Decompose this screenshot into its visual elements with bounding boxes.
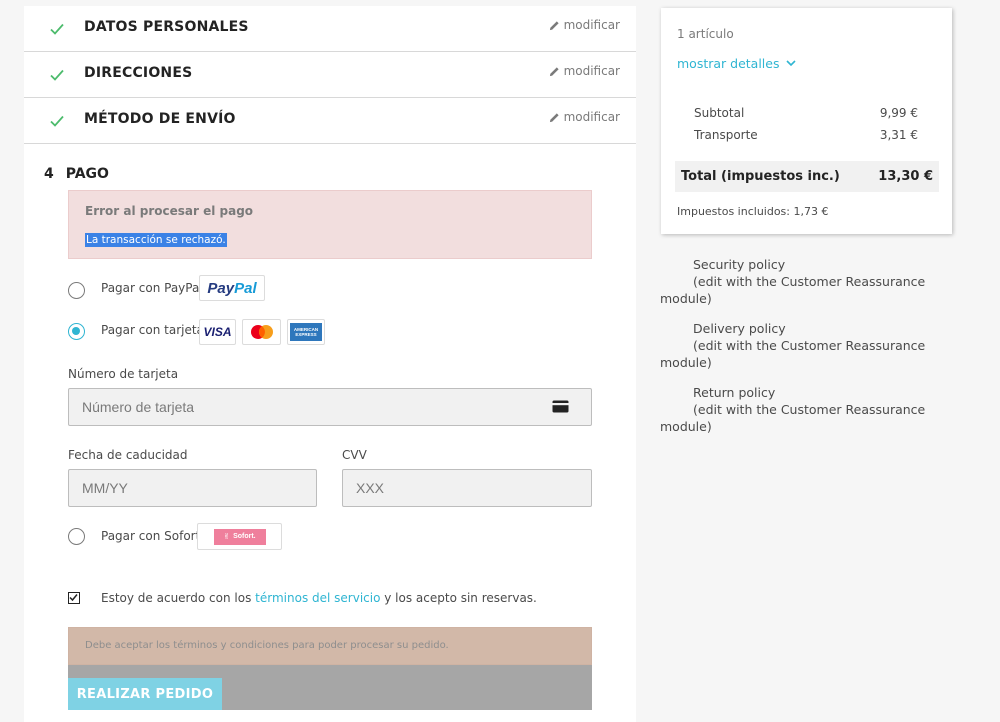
terms-text: Estoy de acuerdo con los términos del se… <box>101 591 537 605</box>
reassurance-title: Security policy <box>693 257 786 272</box>
edit-link[interactable]: modificar <box>549 18 620 32</box>
cvv-input[interactable]: XXX <box>342 469 592 507</box>
sofort-text: Sofort. <box>233 533 256 540</box>
payment-error-alert: Error al procesar el pago La transacción… <box>68 190 592 259</box>
paypal-logo-text-pay: Pay <box>207 279 235 297</box>
amex-logo: AMERICAN EXPRESS <box>287 319 325 345</box>
visa-text: VISA <box>203 325 232 339</box>
cvv-label: CVV <box>342 448 367 462</box>
card-number-placeholder: Número de tarjeta <box>82 399 195 415</box>
paypal-option-label[interactable]: Pagar con PayPal <box>101 281 203 295</box>
show-details-link[interactable]: mostrar detalles <box>677 56 797 71</box>
checkbox-check-icon <box>69 594 78 602</box>
shipping-value: 3,31 € <box>879 128 918 142</box>
checkmark-icon <box>50 115 64 127</box>
expiry-label: Fecha de caducidad <box>68 448 188 462</box>
card-number-label: Número de tarjeta <box>68 367 179 381</box>
mastercard-circles <box>250 325 273 339</box>
paypal-radio[interactable] <box>68 282 85 299</box>
edit-label: modificar <box>563 110 620 124</box>
shipping-line: Transporte 3,31 € <box>694 128 918 142</box>
expiry-input[interactable]: MM/YY <box>68 469 317 507</box>
items-count: 1 artículo <box>677 27 734 41</box>
place-order-button[interactable]: REALIZAR PEDIDO <box>68 678 222 710</box>
sofort-option-label[interactable]: Pagar con Sofort <box>101 529 200 543</box>
sofort-logo: ✌ Sofort. <box>197 523 282 550</box>
subtotal-label: Subtotal <box>694 106 745 120</box>
error-title: Error al procesar el pago <box>85 204 254 218</box>
payment-step-heading: 4 PAGO <box>44 166 109 182</box>
edit-label: modificar <box>563 18 620 32</box>
step-title: PAGO <box>65 166 109 182</box>
chevron-down-icon <box>786 60 797 67</box>
reassurance-subtitle: (edit with the Customer Reassurance modu… <box>660 338 926 370</box>
total-value: 13,30 € <box>878 169 933 184</box>
terms-checkbox[interactable] <box>68 592 80 604</box>
card-option-label[interactable]: Pagar con tarjeta <box>101 323 204 337</box>
step-title: MÉTODO DE ENVÍO <box>84 111 236 127</box>
pencil-icon <box>549 112 559 122</box>
reassurance-subtitle: (edit with the Customer Reassurance modu… <box>660 274 926 306</box>
taxes-included: Impuestos incluidos: 1,73 € <box>677 205 829 218</box>
terms-warning-alert: Debe aceptar los términos y condiciones … <box>68 627 592 665</box>
checkout-steps: DATOS PERSONALES modificar DIRECCIONES m… <box>24 6 636 722</box>
shipping-label: Transporte <box>694 128 758 142</box>
cart-summary: 1 artículo mostrar detalles Subtotal 9,9… <box>661 8 952 234</box>
reassurance-title: Delivery policy <box>693 321 786 336</box>
terms-prefix: Estoy de acuerdo con los <box>101 591 256 605</box>
visa-logo: VISA <box>199 319 236 345</box>
error-message: La transacción se rechazó. <box>85 233 227 247</box>
pencil-icon <box>549 66 559 76</box>
step-number: 4 <box>44 166 54 182</box>
step-shipping-method[interactable]: MÉTODO DE ENVÍO modificar <box>24 98 636 144</box>
card-number-input[interactable]: Número de tarjeta <box>68 388 592 426</box>
terms-suffix: y los acepto sin reservas. <box>380 591 537 605</box>
paypal-logo: PayPal <box>199 275 265 301</box>
step-title: DIRECCIONES <box>84 65 193 81</box>
edit-link[interactable]: modificar <box>549 64 620 78</box>
reassurance-subtitle: (edit with the Customer Reassurance modu… <box>660 402 926 434</box>
step-personal-data[interactable]: DATOS PERSONALES modificar <box>24 6 636 52</box>
mastercard-icon <box>242 319 281 345</box>
step-title: DATOS PERSONALES <box>84 19 249 35</box>
credit-card-icon <box>552 400 569 413</box>
pencil-icon <box>549 20 559 30</box>
reassurance-return: Return policy (edit with the Customer Re… <box>660 384 950 435</box>
card-radio[interactable] <box>68 323 85 340</box>
terms-link[interactable]: términos del servicio <box>255 591 380 605</box>
expiry-placeholder: MM/YY <box>82 480 128 496</box>
reassurance-title: Return policy <box>693 385 776 400</box>
sofort-hand-icon: ✌ <box>223 532 231 541</box>
reassurance-security: Security policy (edit with the Customer … <box>660 256 950 307</box>
paypal-logo-text-pal: Pal <box>234 279 257 297</box>
total-label: Total (impuestos inc.) <box>681 169 840 184</box>
warning-text: Debe aceptar los términos y condiciones … <box>85 640 449 651</box>
step-addresses[interactable]: DIRECCIONES modificar <box>24 52 636 98</box>
checkmark-icon <box>50 23 64 35</box>
reassurance-delivery: Delivery policy (edit with the Customer … <box>660 320 950 371</box>
cvv-placeholder: XXX <box>356 480 385 496</box>
edit-label: modificar <box>563 64 620 78</box>
checkmark-icon <box>50 69 64 81</box>
total-line: Total (impuestos inc.) 13,30 € <box>675 161 939 192</box>
subtotal-line: Subtotal 9,99 € <box>694 106 918 120</box>
subtotal-value: 9,99 € <box>879 106 918 120</box>
amex-text: AMERICAN EXPRESS <box>293 327 319 337</box>
edit-link[interactable]: modificar <box>549 110 620 124</box>
sofort-radio[interactable] <box>68 528 85 545</box>
show-details-label: mostrar detalles <box>677 56 780 71</box>
